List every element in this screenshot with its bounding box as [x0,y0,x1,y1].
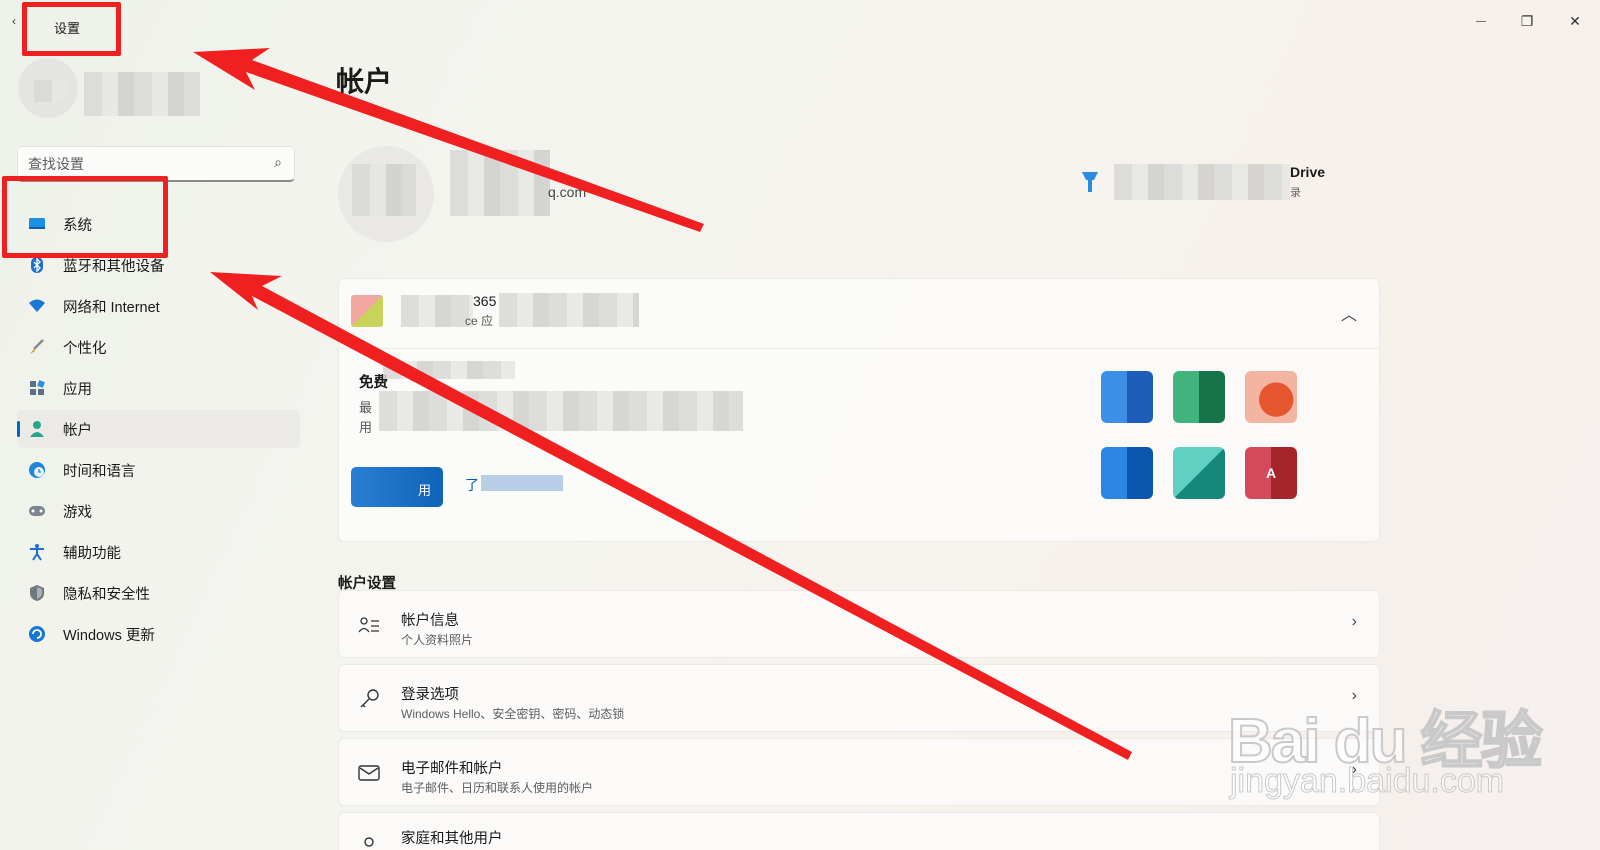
sidebar-item-accessibility[interactable]: 辅助功能 [17,533,300,571]
sidebar-item-label: 时间和语言 [63,463,136,480]
sidebar-item-apps[interactable]: 应用 [17,369,300,407]
sidebar-item-label: 辅助功能 [63,545,121,562]
sidebar-item-label: 个性化 [63,340,107,357]
clock-globe-icon [27,460,47,480]
excel-icon [1173,371,1225,423]
family-users-row[interactable]: 家庭和其他用户 [338,812,1380,850]
watermark-url: jingyan.baidu.com [1229,762,1505,801]
onedrive-status-redacted [1114,164,1290,200]
office-free-redacted [383,361,515,379]
powerpoint-icon [1245,371,1297,423]
mail-icon [357,761,381,785]
row-subtitle: 电子邮件、日历和联系人使用的帐户 [401,781,594,795]
user-name-redacted [84,72,200,116]
email-accounts-row[interactable]: 电子邮件和帐户 电子邮件、日历和联系人使用的帐户 › [338,738,1380,806]
maximize-button[interactable]: ❐ [1504,6,1550,36]
office-use-button-label: 用 [417,483,431,498]
apps-icon [27,378,47,398]
outlook-icon [1101,447,1153,499]
sidebar-item-label: 帐户 [63,422,92,439]
account-info-row[interactable]: 帐户信息 个人资料照片 › [338,590,1380,658]
sign-in-options-row[interactable]: 登录选项 Windows Hello、安全密钥、密码、动态锁 › [338,664,1380,732]
account-email: q.com [548,184,587,200]
onedrive-sub-label: 录 [1290,187,1301,199]
sidebar-item-network[interactable]: 网络和 Internet [17,287,300,325]
row-subtitle: 个人资料照片 [401,633,474,647]
sway-icon [1173,447,1225,499]
search-icon[interactable]: ⌕ [274,154,282,171]
active-indicator [17,421,20,437]
office-title-redacted [401,295,473,327]
row-title: 登录选项 [401,687,459,703]
accessibility-icon [27,542,47,562]
account-icon [27,419,47,439]
minimize-icon: — [1476,15,1486,27]
account-name-redacted [450,150,550,216]
avatar-pixelation [34,80,66,102]
access-icon: A [1245,447,1297,499]
row-title: 电子邮件和帐户 [401,761,503,777]
back-button[interactable]: ‹ [12,14,16,28]
sidebar-item-gaming[interactable]: 游戏 [17,492,300,530]
office-learn-link[interactable]: 了 [465,475,479,495]
row-title: 家庭和其他用户 [401,831,503,847]
title-bar: ‹ 设置 — ❐ ✕ [0,0,1600,44]
close-icon: ✕ [1569,12,1581,29]
brush-icon [27,337,47,357]
key-icon [357,687,381,711]
sidebar-item-label: Windows 更新 [63,627,155,644]
collapse-icon[interactable]: ︿ [1341,301,1357,325]
office-use-button[interactable]: 用 [351,467,443,507]
people-icon [357,833,381,850]
sidebar-item-label: 隐私和安全性 [63,586,150,603]
office-title: 365 [473,293,497,309]
sidebar-item-accounts[interactable]: 帐户 [17,410,300,448]
office-desc-line1: 最 [359,400,373,415]
onedrive-label[interactable]: Drive [1290,164,1325,180]
sidebar-item-time-language[interactable]: 时间和语言 [17,451,300,489]
row-subtitle: Windows Hello、安全密钥、密码、动态锁 [401,707,625,721]
person-list-icon [357,613,381,637]
annotation-box-settings [22,2,121,56]
restore-icon: ❐ [1520,12,1534,29]
bluetooth-icon [27,255,47,275]
office-subtitle: ce 应 [465,314,494,328]
office-card-header[interactable]: 365 ce 应 ︿ [339,279,1379,349]
sidebar-item-label: 应用 [63,381,92,398]
office-desc-body-redacted [379,391,743,431]
wifi-icon [27,296,47,316]
office-desc-redacted [499,293,639,327]
office-logo-icon [351,295,383,327]
sidebar-item-label: 网络和 Internet [63,299,160,316]
sidebar-item-windows-update[interactable]: Windows 更新 [17,615,300,653]
page-title: 帐户 [336,66,393,97]
word-icon [1101,371,1153,423]
office-desc-line2: 用 [359,420,373,435]
search-input[interactable] [28,153,258,175]
update-icon [27,624,47,644]
annotation-box-system [2,176,168,258]
account-avatar-pixelation [352,164,416,216]
sidebar-item-label: 游戏 [63,504,92,521]
gamepad-icon [27,501,47,521]
row-title: 帐户信息 [401,613,459,629]
onedrive-icon [1080,170,1100,194]
close-button[interactable]: ✕ [1552,6,1598,36]
shield-icon [27,583,47,603]
chevron-right-icon: › [1351,613,1357,630]
office-learn-link-redacted [481,475,563,491]
sidebar-item-personalization[interactable]: 个性化 [17,328,300,366]
sidebar-item-privacy[interactable]: 隐私和安全性 [17,574,300,612]
minimize-button[interactable]: — [1458,6,1504,36]
office-365-card: 365 ce 应 ︿ 免费 最 用 用 了 A [338,278,1380,542]
